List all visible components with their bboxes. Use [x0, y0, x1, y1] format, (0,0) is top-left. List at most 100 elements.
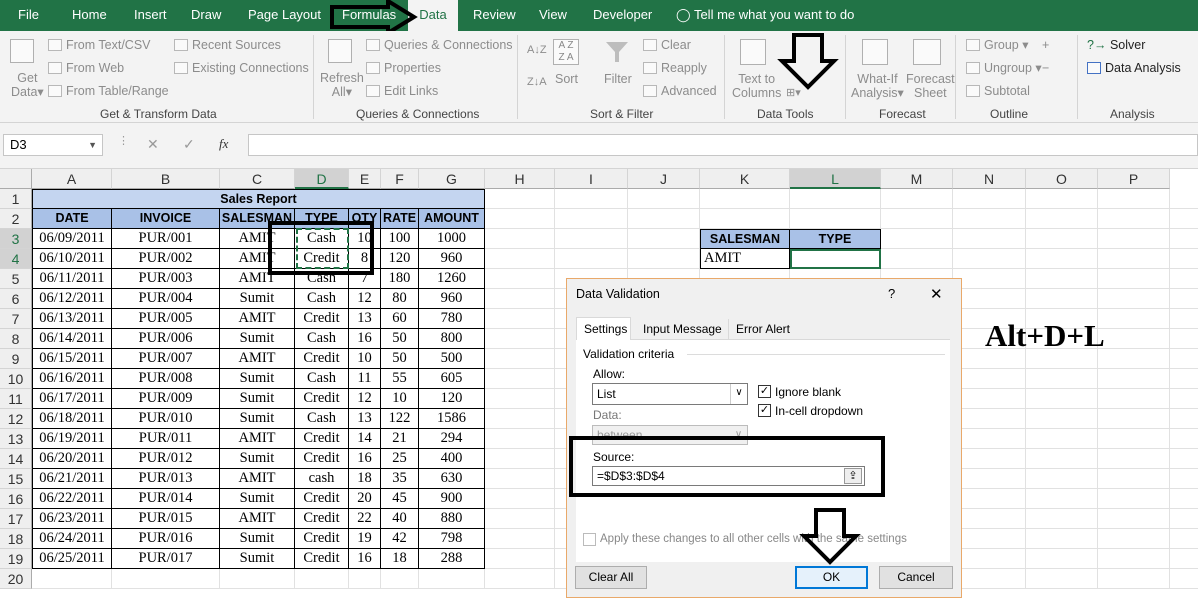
table-cell[interactable]: 06/23/2011: [32, 509, 112, 529]
tab-review[interactable]: Review: [473, 0, 516, 31]
column-header-d[interactable]: D: [295, 169, 349, 189]
column-header-c[interactable]: C: [220, 169, 295, 189]
row-header-13[interactable]: 13: [0, 429, 32, 449]
table-cell[interactable]: Credit: [295, 309, 349, 329]
column-header-m[interactable]: M: [881, 169, 953, 189]
table-cell[interactable]: 630: [419, 469, 485, 489]
table-cell[interactable]: PUR/014: [112, 489, 220, 509]
table-cell[interactable]: PUR/004: [112, 289, 220, 309]
row-header-8[interactable]: 8: [0, 329, 32, 349]
table-cell[interactable]: 60: [381, 309, 419, 329]
table-cell[interactable]: 960: [419, 289, 485, 309]
table-cell[interactable]: 06/21/2011: [32, 469, 112, 489]
table-cell[interactable]: 10: [381, 389, 419, 409]
table-cell[interactable]: PUR/005: [112, 309, 220, 329]
table-cell[interactable]: Sumit: [220, 289, 295, 309]
table-cell[interactable]: 21: [381, 429, 419, 449]
table-cell[interactable]: PUR/011: [112, 429, 220, 449]
close-button[interactable]: ✕: [930, 285, 943, 303]
table-cell[interactable]: 06/16/2011: [32, 369, 112, 389]
row-header-19[interactable]: 19: [0, 549, 32, 569]
existing-connections-button[interactable]: Existing Connections: [174, 61, 309, 75]
properties-button[interactable]: Properties: [366, 61, 441, 75]
from-table-button[interactable]: From Table/Range: [48, 84, 169, 98]
table-cell[interactable]: 180: [381, 269, 419, 289]
table-cell[interactable]: 400: [419, 449, 485, 469]
row-header-14[interactable]: 14: [0, 449, 32, 469]
row-header-12[interactable]: 12: [0, 409, 32, 429]
data-analysis-button[interactable]: Data Analysis: [1087, 61, 1181, 75]
table-cell[interactable]: 798: [419, 529, 485, 549]
forecast-sheet-button[interactable]: Forecast Sheet: [906, 72, 955, 100]
side-salesman-cell[interactable]: AMIT: [700, 249, 790, 269]
table-cell[interactable]: 294: [419, 429, 485, 449]
table-cell[interactable]: 20: [349, 489, 381, 509]
clear-all-button[interactable]: Clear All: [575, 566, 647, 589]
table-cell[interactable]: 55: [381, 369, 419, 389]
row-header-11[interactable]: 11: [0, 389, 32, 409]
table-cell[interactable]: 780: [419, 309, 485, 329]
table-cell[interactable]: PUR/015: [112, 509, 220, 529]
row-header-2[interactable]: 2: [0, 209, 32, 229]
table-cell[interactable]: Credit: [295, 449, 349, 469]
table-cell[interactable]: PUR/002: [112, 249, 220, 269]
table-cell[interactable]: 960: [419, 249, 485, 269]
show-detail-button[interactable]: +: [1042, 38, 1049, 52]
in-cell-dropdown-checkbox[interactable]: ✓: [758, 404, 771, 417]
column-header-h[interactable]: H: [485, 169, 555, 189]
help-button[interactable]: ?: [888, 286, 895, 301]
table-cell[interactable]: 122: [381, 409, 419, 429]
table-cell[interactable]: 12: [349, 289, 381, 309]
table-cell[interactable]: 06/24/2011: [32, 529, 112, 549]
table-cell[interactable]: 22: [349, 509, 381, 529]
table-cell[interactable]: 06/17/2011: [32, 389, 112, 409]
sort-button[interactable]: Sort: [555, 72, 578, 86]
table-cell[interactable]: 288: [419, 549, 485, 569]
row-header-3[interactable]: 3: [0, 229, 32, 249]
table-cell[interactable]: 605: [419, 369, 485, 389]
table-cell[interactable]: 06/13/2011: [32, 309, 112, 329]
active-cell[interactable]: [790, 249, 881, 269]
row-header-5[interactable]: 5: [0, 269, 32, 289]
tell-me-box[interactable]: ◯ Tell me what you want to do: [676, 0, 854, 31]
tab-home[interactable]: Home: [72, 0, 107, 31]
table-cell[interactable]: 06/12/2011: [32, 289, 112, 309]
table-cell[interactable]: AMIT: [220, 349, 295, 369]
table-cell[interactable]: 100: [381, 229, 419, 249]
table-cell[interactable]: Sumit: [220, 409, 295, 429]
select-all-corner[interactable]: [0, 169, 32, 189]
table-cell[interactable]: 45: [381, 489, 419, 509]
column-title-invoice[interactable]: INVOICE: [112, 209, 220, 229]
table-cell[interactable]: 10: [349, 349, 381, 369]
allow-dropdown-icon[interactable]: ∨: [730, 384, 747, 404]
tab-page-layout[interactable]: Page Layout: [248, 0, 321, 31]
row-header-10[interactable]: 10: [0, 369, 32, 389]
table-cell[interactable]: 06/10/2011: [32, 249, 112, 269]
table-cell[interactable]: 880: [419, 509, 485, 529]
table-cell[interactable]: 120: [419, 389, 485, 409]
table-cell[interactable]: 14: [349, 429, 381, 449]
table-cell[interactable]: Sumit: [220, 369, 295, 389]
ignore-blank-checkbox[interactable]: ✓: [758, 385, 771, 398]
table-cell[interactable]: 1000: [419, 229, 485, 249]
table-cell[interactable]: 13: [349, 409, 381, 429]
column-title-amount[interactable]: AMOUNT: [419, 209, 485, 229]
column-header-b[interactable]: B: [112, 169, 220, 189]
column-header-a[interactable]: A: [32, 169, 112, 189]
table-cell[interactable]: Sumit: [220, 449, 295, 469]
cancel-icon[interactable]: ✕: [147, 136, 159, 153]
table-cell[interactable]: Sumit: [220, 389, 295, 409]
table-cell[interactable]: 40: [381, 509, 419, 529]
table-cell[interactable]: 06/20/2011: [32, 449, 112, 469]
column-header-o[interactable]: O: [1026, 169, 1098, 189]
row-header-15[interactable]: 15: [0, 469, 32, 489]
row-header-9[interactable]: 9: [0, 349, 32, 369]
refresh-all-button[interactable]: Refresh All▾: [320, 71, 364, 99]
reapply-button[interactable]: Reapply: [643, 61, 707, 75]
table-cell[interactable]: 900: [419, 489, 485, 509]
table-cell[interactable]: 50: [381, 329, 419, 349]
table-cell[interactable]: AMIT: [220, 469, 295, 489]
table-cell[interactable]: AMIT: [220, 309, 295, 329]
table-cell[interactable]: 800: [419, 329, 485, 349]
subtotal-button[interactable]: Subtotal: [966, 84, 1030, 98]
